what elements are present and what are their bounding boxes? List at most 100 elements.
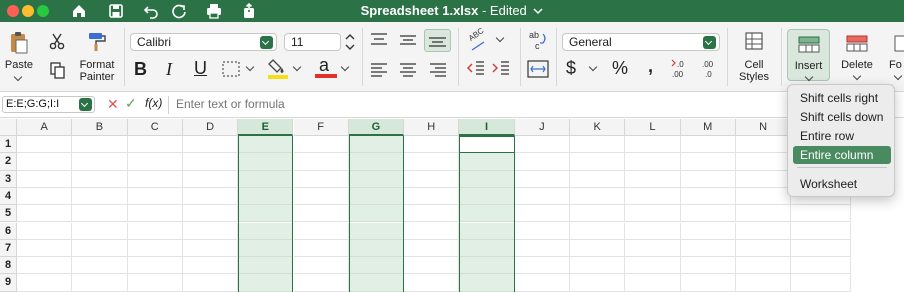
cell-overflow[interactable] [791, 274, 852, 292]
orientation-button[interactable]: ABC [466, 26, 492, 52]
wrap-text-icon[interactable]: ab c [527, 29, 549, 53]
cell-n5[interactable] [735, 205, 792, 223]
font-name-select[interactable]: Calibri [130, 33, 277, 51]
active-cell[interactable] [459, 136, 515, 154]
currency-chevron-down-icon[interactable] [588, 62, 598, 72]
menu-item-shift-cells-down[interactable]: Shift cells down [793, 108, 891, 126]
column-header-h[interactable]: H [404, 119, 460, 136]
cell-n8[interactable] [735, 257, 792, 275]
cell-i5[interactable] [459, 205, 515, 223]
row-header-8[interactable]: 8 [0, 257, 17, 275]
cell-i4[interactable] [459, 187, 515, 206]
fill-color-chevron-down-icon[interactable] [292, 62, 302, 72]
cell-m4[interactable] [680, 187, 736, 206]
cell-l1[interactable] [625, 136, 681, 154]
cell-f2[interactable] [293, 153, 349, 171]
row-header-6[interactable]: 6 [0, 222, 17, 240]
column-header-l[interactable]: L [625, 119, 681, 136]
row-header-4[interactable]: 4 [0, 187, 17, 206]
cell-styles-icon[interactable] [744, 31, 764, 51]
menu-item-worksheet[interactable]: Worksheet [793, 175, 891, 193]
cell-j2[interactable] [514, 153, 570, 171]
cell-m5[interactable] [680, 205, 736, 223]
column-header-i[interactable]: I [459, 119, 515, 136]
percent-button[interactable]: % [612, 58, 628, 79]
bold-button[interactable]: B [134, 59, 147, 80]
cell-m1[interactable] [680, 136, 736, 154]
increase-decimal-icon[interactable]: .0 .00 [670, 58, 688, 80]
cell-k5[interactable] [570, 205, 626, 223]
cell-i3[interactable] [459, 170, 515, 188]
align-top-icon[interactable] [369, 32, 389, 48]
cell-j3[interactable] [514, 170, 570, 188]
cell-f3[interactable] [293, 170, 349, 188]
font-color-chevron-down-icon[interactable] [340, 62, 350, 72]
align-center-icon[interactable] [398, 62, 418, 78]
cell-k7[interactable] [570, 239, 626, 258]
cell-k3[interactable] [570, 170, 626, 188]
align-middle-icon[interactable] [398, 32, 418, 48]
cell-b8[interactable] [72, 257, 128, 275]
cell-g9[interactable] [348, 274, 405, 292]
cell-k6[interactable] [570, 222, 626, 240]
cell-f1[interactable] [293, 136, 349, 154]
cell-j9[interactable] [514, 274, 570, 292]
cell-b5[interactable] [72, 205, 128, 223]
cell-b6[interactable] [72, 222, 128, 240]
cell-i2[interactable] [459, 153, 515, 171]
cell-n7[interactable] [735, 239, 792, 258]
cell-i7[interactable] [459, 239, 515, 258]
column-header-c[interactable]: C [127, 119, 183, 136]
cell-n3[interactable] [735, 170, 792, 188]
cell-a9[interactable] [17, 274, 73, 292]
cell-h3[interactable] [404, 170, 460, 188]
align-left-icon[interactable] [369, 62, 389, 78]
cell-h9[interactable] [404, 274, 460, 292]
column-header-k[interactable]: K [570, 119, 626, 136]
cell-e6[interactable] [238, 222, 294, 240]
format-painter-label[interactable]: Format Painter [78, 59, 116, 83]
cell-a6[interactable] [17, 222, 73, 240]
column-header-m[interactable]: M [680, 119, 736, 136]
column-header-n[interactable]: N [735, 119, 792, 136]
row-header-3[interactable]: 3 [0, 170, 17, 188]
cell-c2[interactable] [127, 153, 183, 171]
cell-j5[interactable] [514, 205, 570, 223]
cell-k4[interactable] [570, 187, 626, 206]
cell-e4[interactable] [238, 187, 294, 206]
cell-d5[interactable] [182, 205, 239, 223]
cell-l4[interactable] [625, 187, 681, 206]
cell-c6[interactable] [127, 222, 183, 240]
cell-m9[interactable] [680, 274, 736, 292]
cell-k8[interactable] [570, 257, 626, 275]
cell-h4[interactable] [404, 187, 460, 206]
font-size-field[interactable]: 11 [284, 33, 341, 51]
cell-h1[interactable] [404, 136, 460, 154]
cell-overflow[interactable] [791, 257, 852, 275]
cell-c9[interactable] [127, 274, 183, 292]
cell-h2[interactable] [404, 153, 460, 171]
cell-k1[interactable] [570, 136, 626, 154]
column-header-f[interactable]: F [293, 119, 349, 136]
cell-g1[interactable] [348, 136, 405, 154]
cell-f5[interactable] [293, 205, 349, 223]
cell-m3[interactable] [680, 170, 736, 188]
cell-i9[interactable] [459, 274, 515, 292]
cell-e3[interactable] [238, 170, 294, 188]
row-header-9[interactable]: 9 [0, 274, 17, 292]
row-header-1[interactable]: 1 [0, 136, 17, 154]
cell-m2[interactable] [680, 153, 736, 171]
comma-style-button[interactable]: , [648, 56, 653, 77]
format-label[interactable]: Fo [889, 59, 904, 71]
cell-a7[interactable] [17, 239, 73, 258]
align-bottom-button[interactable] [424, 29, 451, 52]
cell-b3[interactable] [72, 170, 128, 188]
fill-color-icon[interactable] [266, 56, 290, 80]
cell-b1[interactable] [72, 136, 128, 154]
format-cells-icon[interactable] [893, 35, 904, 53]
window-title[interactable]: Spreadsheet 1.xlsx - Edited [0, 3, 904, 18]
cell-g3[interactable] [348, 170, 405, 188]
cell-k9[interactable] [570, 274, 626, 292]
cell-l5[interactable] [625, 205, 681, 223]
font-size-stepper-icon[interactable] [344, 32, 356, 52]
